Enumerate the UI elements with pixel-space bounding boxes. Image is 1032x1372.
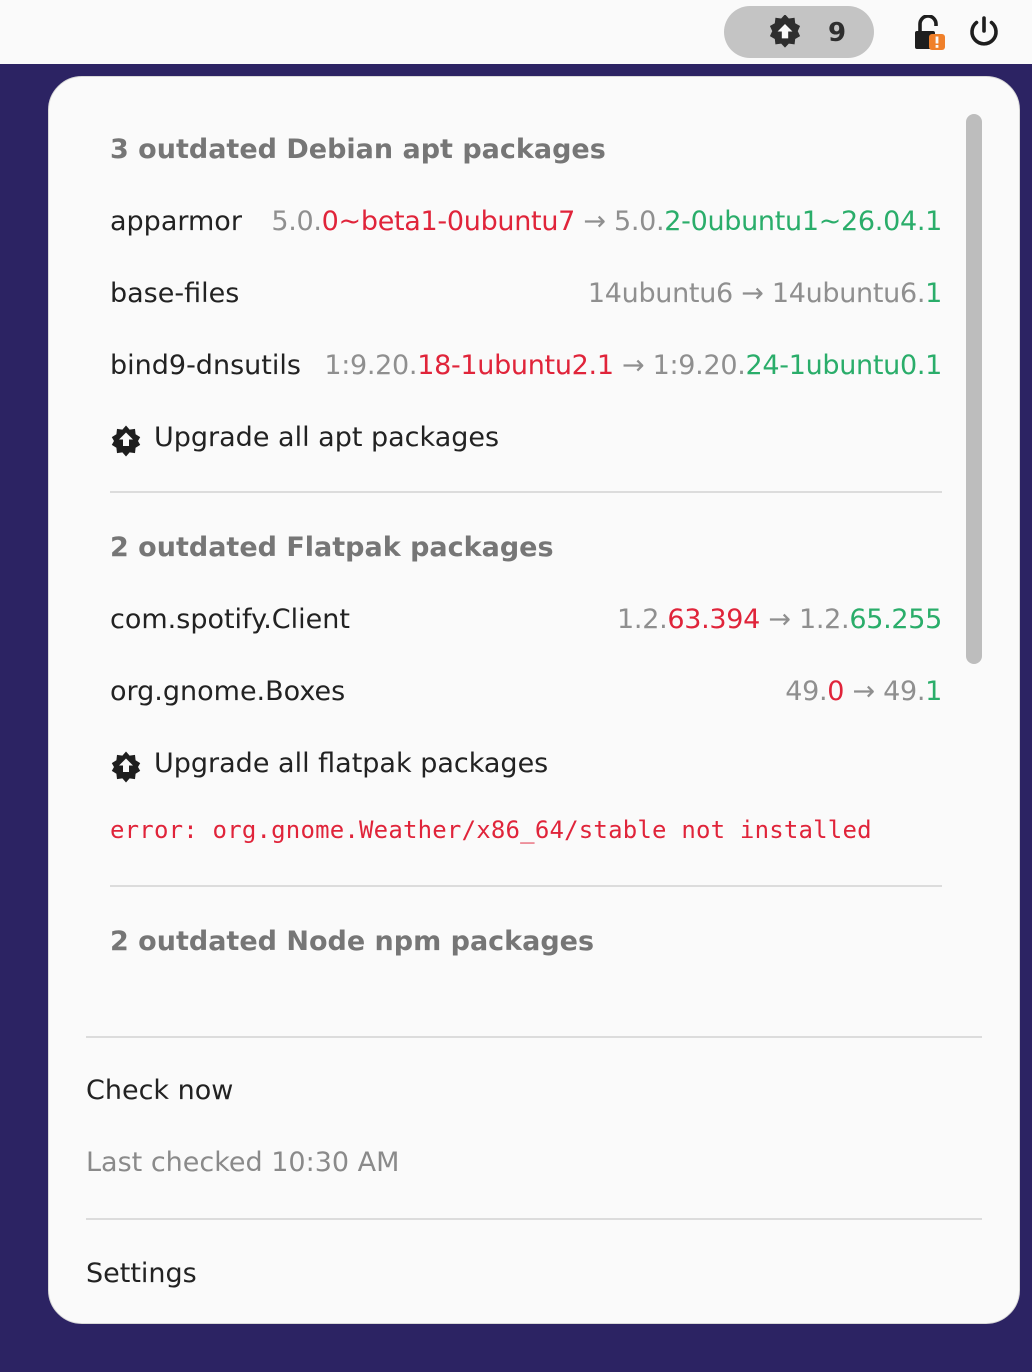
menu-separator [86, 1218, 982, 1220]
updates-indicator-button[interactable]: 9 [724, 6, 874, 58]
power-icon[interactable] [966, 14, 1002, 50]
menu-scrollbar[interactable] [966, 114, 982, 664]
check-now-button[interactable]: Check now [86, 1075, 233, 1106]
npm-section-title: 2 outdated Node npm packages [110, 926, 595, 957]
top-bar: 9 [0, 0, 1032, 64]
menu-separator [86, 1036, 982, 1038]
package-upgrade-icon [111, 751, 141, 783]
apt-package-name: apparmor [110, 206, 242, 237]
flatpak-section-title: 2 outdated Flatpak packages [110, 532, 554, 563]
last-checked-label: Last checked 10:30 AM [86, 1147, 400, 1178]
update-count-badge: 9 [828, 18, 847, 48]
settings-button[interactable]: Settings [86, 1258, 197, 1289]
section-divider [110, 885, 942, 887]
flatpak-package-version: 1.2.63.394 → 1.2.65.255 [617, 604, 942, 635]
flatpak-package-name: org.gnome.Boxes [110, 676, 346, 707]
flatpak-error-message: error: org.gnome.Weather/x86_64/stable n… [110, 816, 872, 844]
upgrade-flatpak-label: Upgrade all flatpak packages [154, 748, 549, 779]
upgrade-apt-label: Upgrade all apt packages [154, 422, 500, 453]
package-upgrade-icon [111, 425, 141, 457]
section-divider [110, 491, 942, 493]
apt-section-title: 3 outdated Debian apt packages [110, 134, 606, 165]
lock-warning-icon[interactable] [912, 15, 946, 51]
package-upgrade-icon [769, 15, 801, 48]
apt-package-version: 5.0.0~beta1-0ubuntu7 → 5.0.2-0ubuntu1~26… [271, 206, 942, 237]
apt-package-name: base-files [110, 278, 240, 309]
apt-package-version: 1:9.20.18-1ubuntu2.1 → 1:9.20.24-1ubuntu… [324, 350, 942, 381]
flatpak-package-version: 49.0 → 49.1 [785, 676, 942, 707]
flatpak-package-name: com.spotify.Client [110, 604, 350, 635]
apt-package-name: bind9-dnsutils [110, 350, 301, 381]
apt-package-version: 14ubuntu6 → 14ubuntu6.1 [587, 278, 942, 309]
